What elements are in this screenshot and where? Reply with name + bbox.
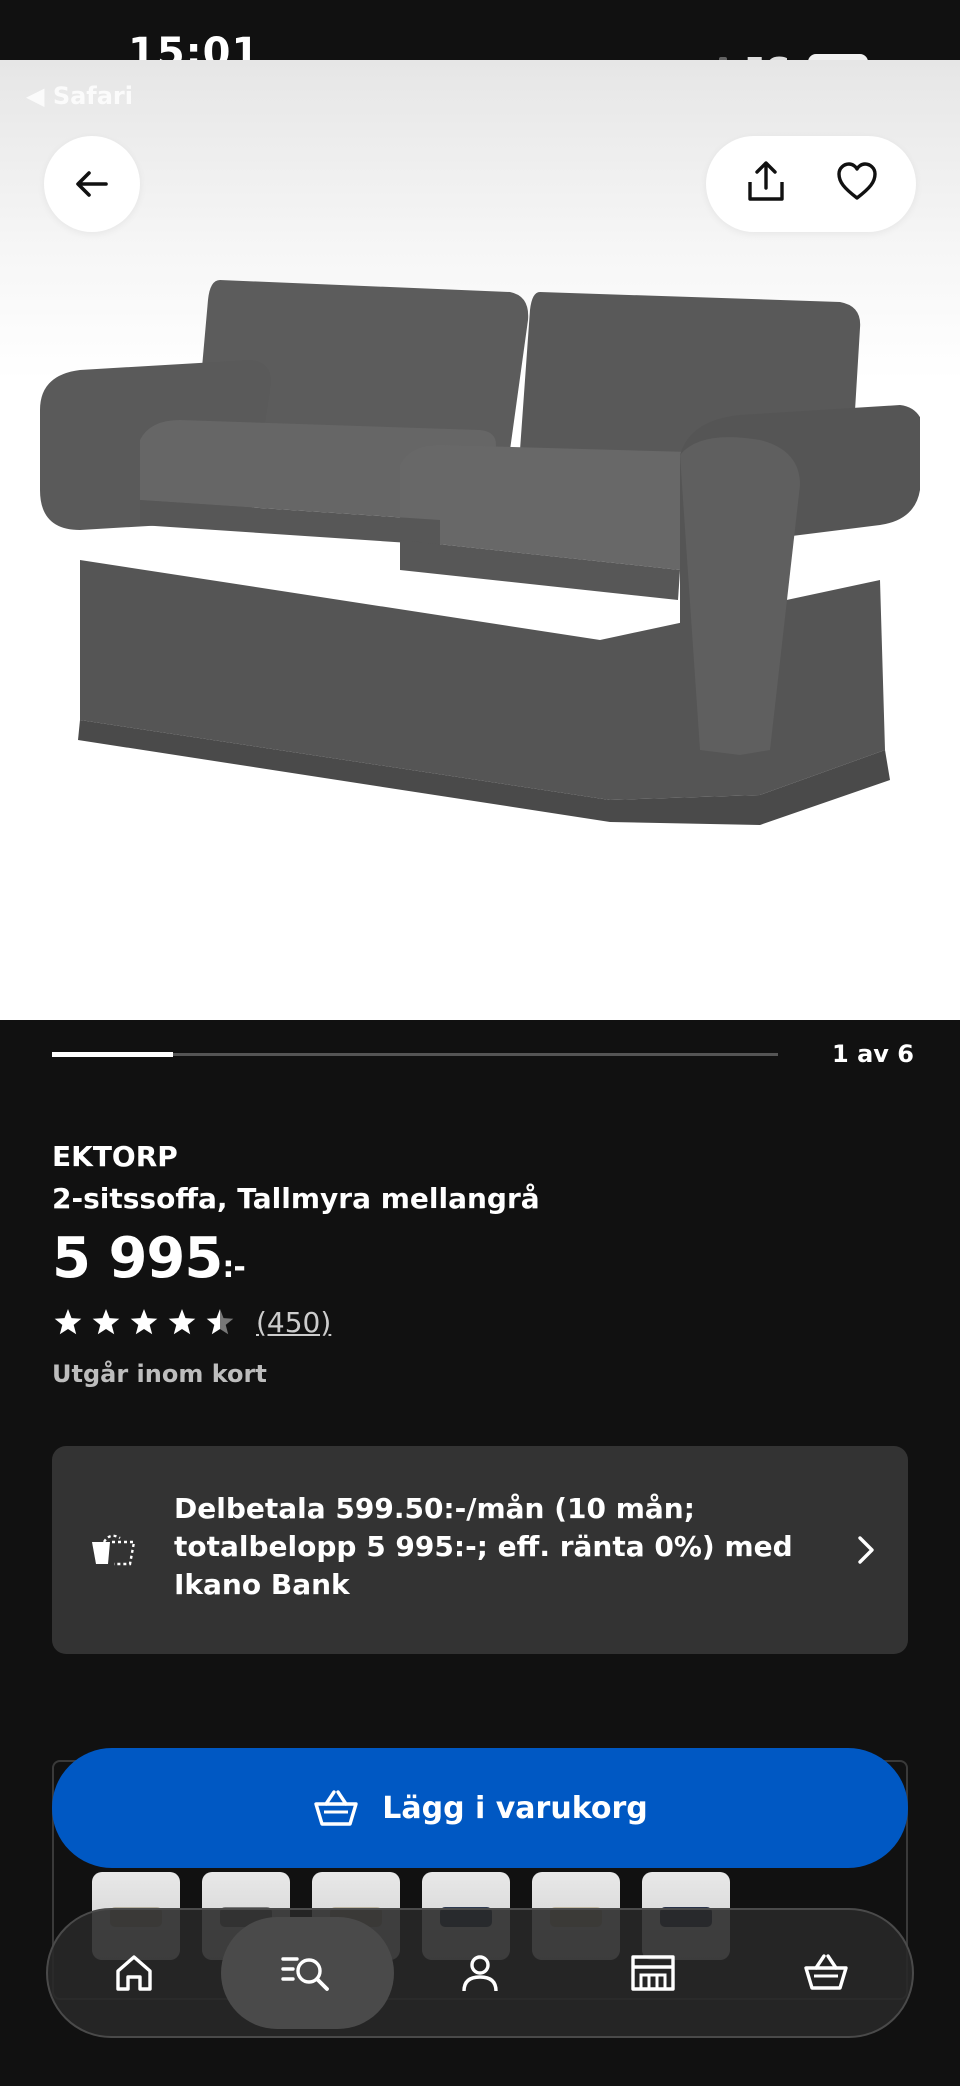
- availability-status: Utgår inom kort: [52, 1360, 267, 1388]
- installment-text: Delbetala 599.50:-/mån (10 mån; totalbel…: [174, 1492, 793, 1601]
- product-price: 5 995:-: [52, 1226, 246, 1291]
- price-suffix: :-: [222, 1250, 245, 1285]
- sofa-image: [40, 280, 920, 825]
- product-description: 2-sitssoffa, Tallmyra mellangrå: [52, 1182, 540, 1215]
- product-brand: EKTORP: [52, 1140, 178, 1173]
- add-to-cart-label: Lägg i varukorg: [382, 1790, 648, 1826]
- store-icon: [631, 1955, 675, 1991]
- rating-stars: [54, 1308, 234, 1334]
- star-icon: [92, 1308, 120, 1334]
- share-button[interactable]: [742, 158, 790, 210]
- tab-search[interactable]: [220, 1917, 394, 2029]
- search-list-icon: [281, 1957, 330, 1991]
- chevron-right-icon: [858, 1536, 874, 1564]
- installment-card[interactable]: Delbetala 599.50:-/mån (10 mån; totalbel…: [52, 1446, 908, 1654]
- header-actions: [706, 136, 916, 232]
- tab-stores[interactable]: [566, 1917, 739, 2029]
- share-icon: [748, 161, 784, 201]
- tab-cart[interactable]: [739, 1917, 912, 2029]
- review-count-link[interactable]: (450): [256, 1306, 331, 1339]
- product-image-area[interactable]: ◀ Safari: [0, 60, 960, 1020]
- carousel-counter: 1 av 6: [832, 1040, 914, 1068]
- bottom-tab-bar: [46, 1908, 914, 2038]
- star-icon: [206, 1308, 234, 1334]
- home-icon: [116, 1955, 153, 1991]
- star-icon: [130, 1308, 158, 1334]
- add-to-cart-button[interactable]: Lägg i varukorg: [52, 1748, 908, 1868]
- back-button[interactable]: [44, 136, 140, 232]
- image-carousel-indicator[interactable]: 1 av 6: [52, 1040, 914, 1070]
- carousel-track: [52, 1052, 778, 1057]
- basket-icon: [314, 1790, 358, 1826]
- status-bar: 15:01 5G 91: [0, 0, 960, 87]
- favorite-button[interactable]: [834, 159, 880, 209]
- tab-home[interactable]: [48, 1917, 221, 2029]
- price-value: 5 995: [52, 1226, 223, 1291]
- arrow-left-icon: [76, 171, 108, 197]
- product-rating[interactable]: (450): [52, 1306, 331, 1339]
- basket-icon: [803, 1954, 848, 1990]
- installment-icon: [92, 1534, 136, 1566]
- star-icon: [168, 1308, 196, 1334]
- person-icon: [462, 1955, 498, 1992]
- heart-icon: [837, 162, 877, 200]
- back-to-safari-link[interactable]: ◀ Safari: [26, 82, 133, 110]
- tab-profile[interactable]: [394, 1917, 567, 2029]
- carousel-progress: [52, 1052, 173, 1057]
- star-icon: [54, 1308, 82, 1334]
